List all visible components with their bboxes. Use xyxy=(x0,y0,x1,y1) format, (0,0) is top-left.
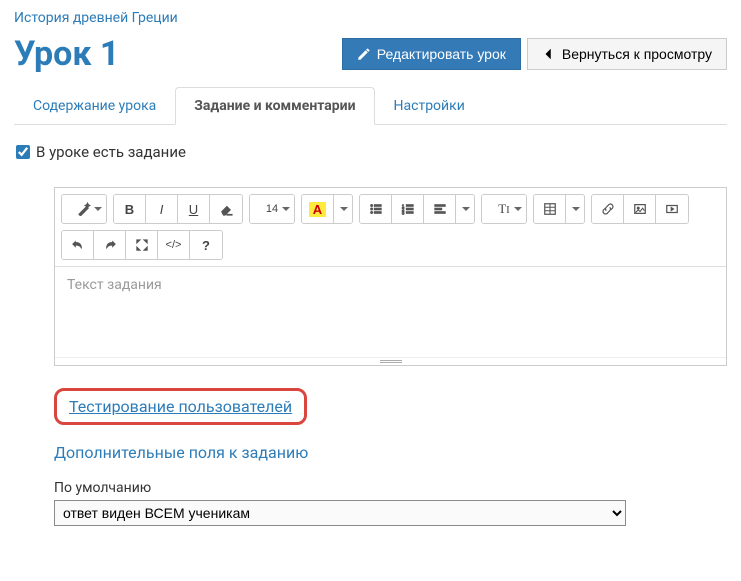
font-color-menu[interactable] xyxy=(334,195,352,223)
has-task-label: В уроке есть задание xyxy=(36,143,186,161)
back-to-view-label: Вернуться к просмотру xyxy=(562,46,712,62)
arrow-left-icon xyxy=(542,47,556,61)
user-testing-highlight: Тестирование пользователей xyxy=(54,388,307,425)
eraser-icon xyxy=(219,202,233,216)
breadcrumb-link[interactable]: История древней Греции xyxy=(14,10,178,26)
svg-text:3: 3 xyxy=(401,210,404,215)
extra-fields-link[interactable]: Дополнительные поля к заданию xyxy=(54,443,727,462)
ordered-list-button[interactable]: 123 xyxy=(392,195,424,223)
visibility-select[interactable]: ответ виден ВСЕМ ученикам xyxy=(54,500,626,526)
highlight-icon: A xyxy=(309,202,326,217)
has-task-checkbox-row[interactable]: В уроке есть задание xyxy=(16,143,727,161)
undo-icon xyxy=(71,238,85,252)
align-menu[interactable] xyxy=(456,195,474,223)
italic-icon: I xyxy=(160,202,164,217)
ol-icon: 123 xyxy=(401,202,415,216)
page-title: Урок 1 xyxy=(14,34,119,74)
image-icon xyxy=(633,202,647,216)
visibility-label: По умолчанию xyxy=(54,480,727,496)
bold-icon: B xyxy=(125,202,134,217)
code-icon: </> xyxy=(166,239,182,251)
redo-button[interactable] xyxy=(94,231,126,259)
magic-icon xyxy=(77,202,91,216)
expand-icon xyxy=(135,238,149,252)
clear-format-button[interactable] xyxy=(210,195,242,223)
underline-icon: U xyxy=(189,202,198,217)
video-button[interactable] xyxy=(656,195,688,223)
edit-lesson-label: Редактировать урок xyxy=(377,46,506,62)
italic-button[interactable]: I xyxy=(146,195,178,223)
font-size-label: 14 xyxy=(266,203,278,215)
back-to-view-button[interactable]: Вернуться к просмотру xyxy=(527,38,727,70)
tab-settings[interactable]: Настройки xyxy=(375,87,484,125)
rich-text-editor: B I U 14 A 123 TI xyxy=(54,187,727,366)
bold-button[interactable]: B xyxy=(114,195,146,223)
font-color-button[interactable]: A xyxy=(302,195,334,223)
ul-icon xyxy=(369,202,383,216)
edit-lesson-button[interactable]: Редактировать урок xyxy=(342,38,521,70)
tab-assignment[interactable]: Задание и комментарии xyxy=(175,87,374,125)
underline-button[interactable]: U xyxy=(178,195,210,223)
align-icon xyxy=(433,202,447,216)
editor-body[interactable]: Текст задания xyxy=(55,267,726,357)
video-icon xyxy=(665,202,679,216)
tab-content[interactable]: Содержание урока xyxy=(14,87,175,125)
redo-icon xyxy=(103,238,117,252)
user-testing-link[interactable]: Тестирование пользователей xyxy=(69,397,292,416)
link-button[interactable] xyxy=(592,195,624,223)
editor-resizer[interactable] xyxy=(55,357,726,365)
magic-format-button[interactable] xyxy=(62,195,106,223)
undo-button[interactable] xyxy=(62,231,94,259)
tabs: Содержание урока Задание и комментарии Н… xyxy=(14,86,727,125)
fullscreen-button[interactable] xyxy=(126,231,158,259)
editor-toolbar: B I U 14 A 123 TI xyxy=(55,188,726,267)
image-button[interactable] xyxy=(624,195,656,223)
link-icon xyxy=(601,202,615,216)
unordered-list-button[interactable] xyxy=(360,195,392,223)
help-icon: ? xyxy=(202,238,210,253)
font-size-button[interactable]: 14 xyxy=(250,195,294,223)
heading-icon: TI xyxy=(498,201,510,217)
align-button[interactable] xyxy=(424,195,456,223)
heading-button[interactable]: TI xyxy=(482,195,526,223)
table-icon xyxy=(543,202,557,216)
table-button[interactable] xyxy=(534,195,566,223)
code-view-button[interactable]: </> xyxy=(158,231,190,259)
edit-icon xyxy=(357,47,371,61)
help-button[interactable]: ? xyxy=(190,231,222,259)
has-task-checkbox[interactable] xyxy=(16,145,30,159)
table-menu[interactable] xyxy=(566,195,584,223)
